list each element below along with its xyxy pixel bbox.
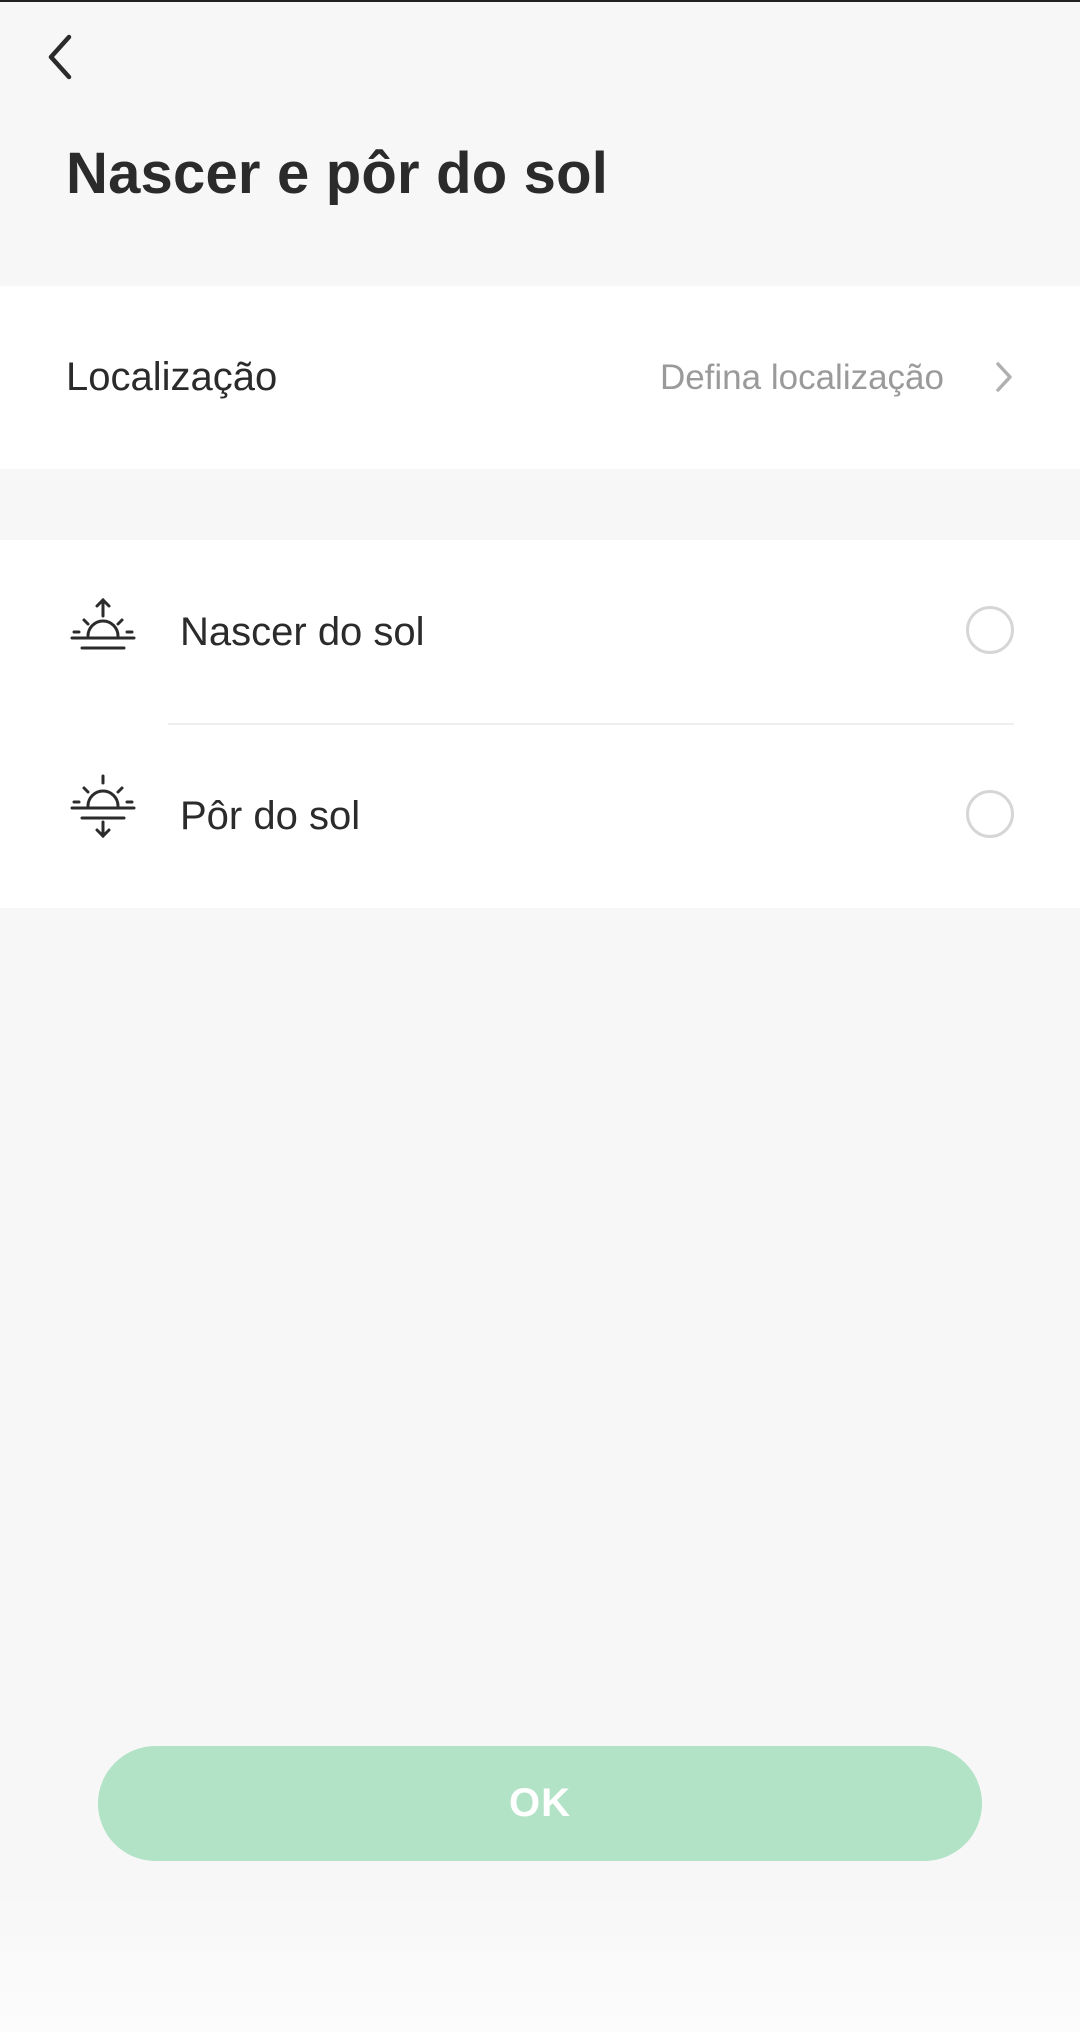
location-value: Defina localização <box>659 357 944 397</box>
sunset-radio[interactable] <box>966 790 1014 838</box>
location-label: Localização <box>66 355 278 399</box>
page-title: Nascer e pôr do sol <box>66 141 609 206</box>
location-row[interactable]: Localização Defina localização <box>0 286 1080 469</box>
option-sunrise-label: Nascer do sol <box>180 609 425 654</box>
options-card: Nascer do sol Pôr do sol <box>0 540 1080 908</box>
ok-button[interactable]: OK <box>98 1746 982 1861</box>
sunset-icon <box>70 774 136 839</box>
location-card: Localização Defina localização <box>0 286 1080 469</box>
chevron-left-icon <box>48 34 72 80</box>
bottom-area <box>0 1890 1080 2032</box>
top-border <box>0 0 1080 2</box>
option-sunrise[interactable]: Nascer do sol <box>0 540 1080 725</box>
sunrise-sunset-screen: Nascer e pôr do sol Localização Defina l… <box>0 0 1080 2032</box>
back-button[interactable] <box>30 22 90 92</box>
option-sunset-label: Pôr do sol <box>180 793 361 838</box>
sunrise-radio[interactable] <box>966 606 1014 654</box>
option-sunset[interactable]: Pôr do sol <box>0 724 1080 908</box>
chevron-right-icon <box>996 362 1012 392</box>
sunrise-icon <box>70 597 136 650</box>
